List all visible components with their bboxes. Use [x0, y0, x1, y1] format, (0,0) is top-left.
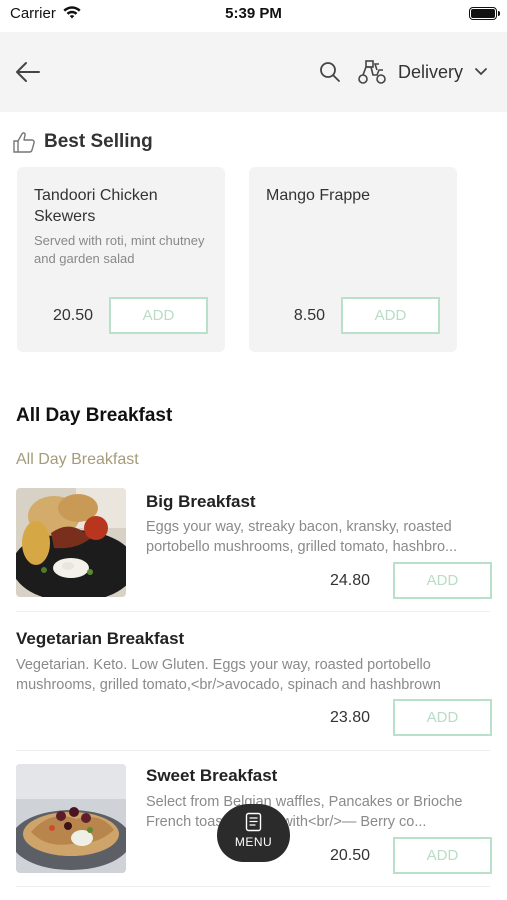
category-title: All Day Breakfast: [16, 405, 173, 426]
menu-button-label: MENU: [234, 835, 273, 849]
top-bar: Delivery: [0, 32, 507, 112]
item-price: 23.80: [329, 709, 370, 726]
best-selling-card[interactable]: Mango Frappe 8.50 ADD: [249, 167, 457, 352]
item-name: Sweet Breakfast: [146, 766, 278, 785]
add-button[interactable]: ADD: [109, 297, 208, 334]
item-description-line1: Vegetarian. Keto. Low Gluten. Eggs your …: [16, 657, 431, 673]
battery-icon: [469, 7, 500, 20]
search-icon[interactable]: [318, 60, 342, 84]
item-description-line2: French toast, served with<br/>— Berry co…: [146, 814, 427, 830]
item-description-line1: Eggs your way, streaky bacon, kransky, r…: [146, 519, 452, 535]
product-price: 20.50: [52, 307, 93, 324]
menu-item[interactable]: Vegetarian Breakfast Vegetarian. Keto. L…: [0, 626, 507, 736]
scooter-icon[interactable]: [356, 58, 388, 86]
item-price: 24.80: [329, 572, 370, 589]
status-bar: Carrier 5:39 PM: [0, 0, 507, 30]
item-description-line1: Select from Belgian waffles, Pancakes or…: [146, 794, 463, 810]
back-arrow-icon[interactable]: [14, 58, 42, 86]
item-name: Vegetarian Breakfast: [16, 629, 185, 648]
best-selling-title: Best Selling: [44, 131, 153, 152]
product-name: Mango Frappe: [266, 187, 371, 204]
menu-item[interactable]: Big Breakfast Eggs your way, streaky bac…: [0, 488, 507, 608]
delivery-mode-selector[interactable]: Delivery: [398, 62, 463, 83]
item-name: Big Breakfast: [146, 492, 256, 511]
product-description: Served with roti, mint chutney and garde…: [34, 233, 205, 266]
category-subtitle: All Day Breakfast: [16, 451, 139, 468]
add-button[interactable]: ADD: [393, 837, 492, 874]
add-button[interactable]: ADD: [393, 699, 492, 736]
divider: [16, 611, 490, 612]
add-button[interactable]: ADD: [341, 297, 440, 334]
food-photo: [16, 488, 126, 597]
best-selling-card[interactable]: Tandoori Chicken Skewers Served with rot…: [17, 167, 225, 352]
menu-book-icon: [245, 812, 262, 832]
food-photo: [16, 764, 126, 873]
item-description-line2: portobello mushrooms, grilled tomato, ha…: [146, 539, 458, 555]
product-price: 8.50: [293, 307, 325, 324]
thumbs-up-icon: [13, 132, 35, 153]
item-price: 20.50: [329, 847, 370, 864]
menu-button[interactable]: MENU: [217, 804, 290, 862]
divider: [16, 750, 490, 751]
item-description-line2: mushrooms, grilled tomato,<br/>avocado, …: [16, 677, 441, 693]
divider: [16, 886, 490, 887]
add-button[interactable]: ADD: [393, 562, 492, 599]
chevron-down-icon[interactable]: [474, 67, 488, 77]
clock: 5:39 PM: [225, 5, 282, 22]
product-name: Tandoori Chicken Skewers: [34, 187, 158, 225]
